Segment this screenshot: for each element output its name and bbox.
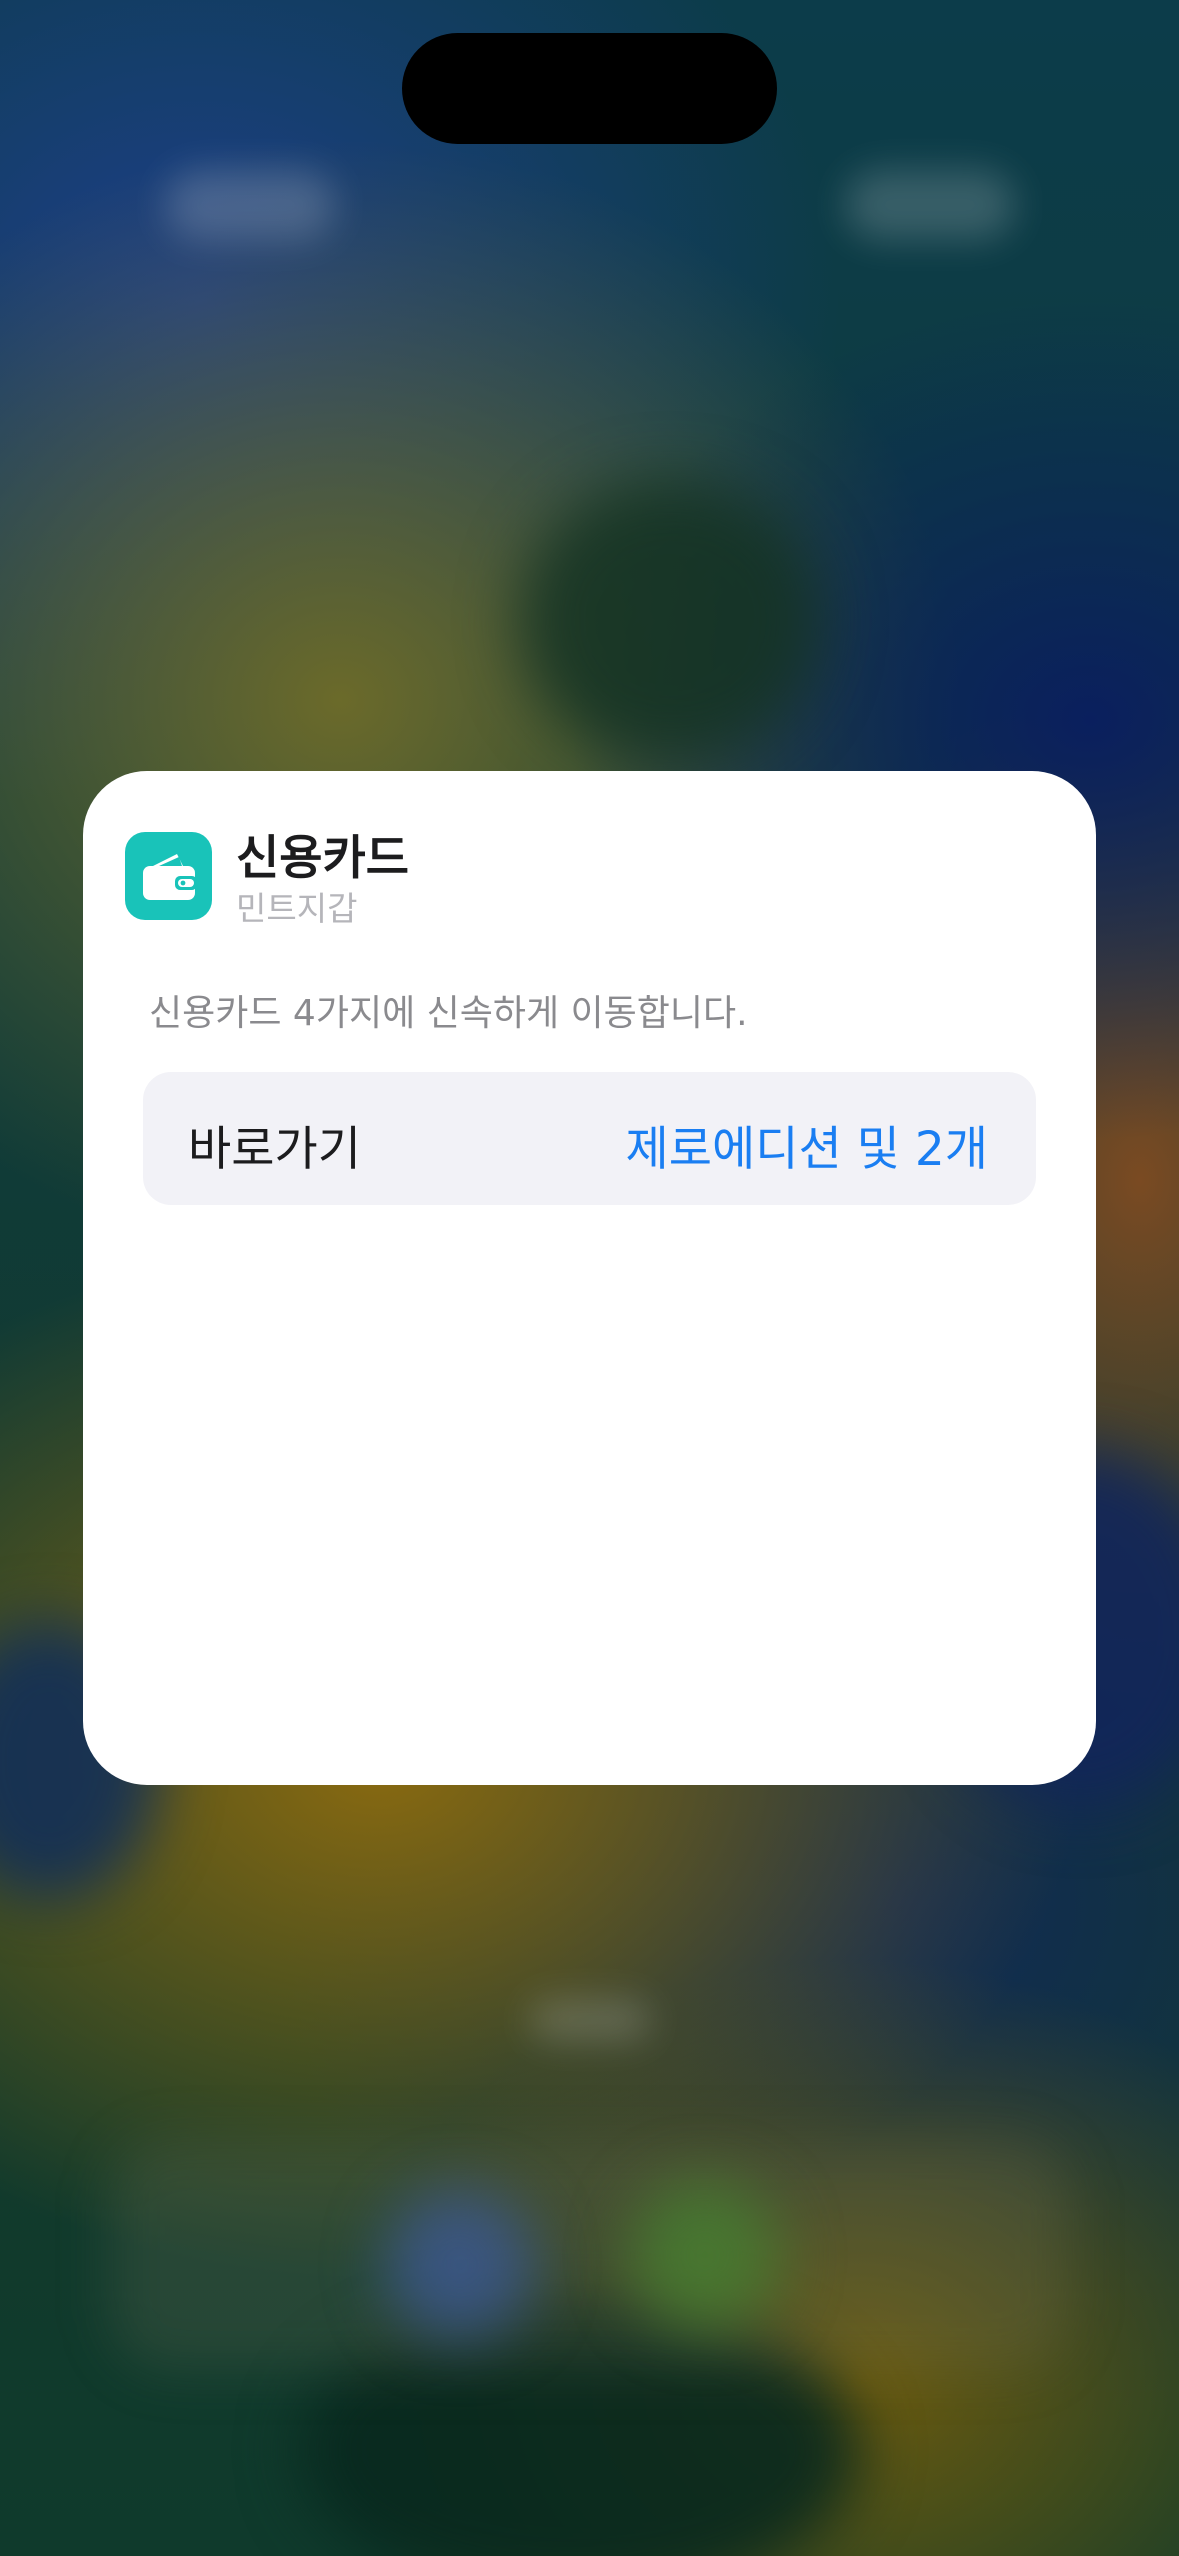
app-title: 신용카드 (236, 831, 409, 886)
wallet-icon (125, 832, 212, 920)
shortcut-setting-row[interactable]: 바로가기 제로에디션 및 2개 (143, 1072, 1036, 1205)
row-label: 바로가기 (188, 1122, 361, 1177)
row-value-selector[interactable]: 제로에디션 및 2개 (626, 1110, 988, 1179)
shortcut-widget-card[interactable]: 신용카드 민트지갑 신용카드 4가지에 신속하게 이동합니다. 바로가기 제로에… (83, 771, 1096, 1785)
dynamic-island (402, 33, 777, 144)
app-subtitle: 민트지갑 (236, 889, 358, 928)
wallet-icon-glyph (142, 854, 197, 900)
widget-description: 신용카드 4가지에 신속하게 이동합니다. (149, 993, 748, 1034)
